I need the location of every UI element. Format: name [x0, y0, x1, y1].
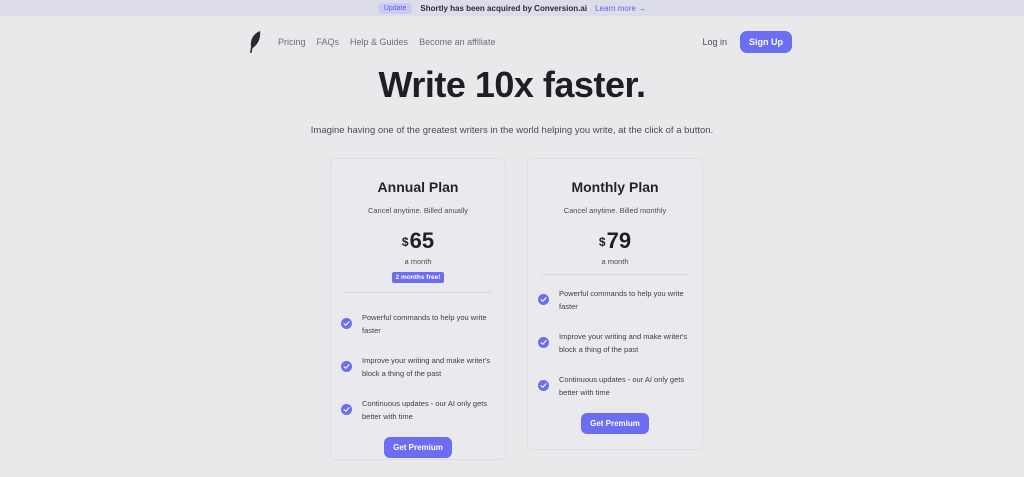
login-link[interactable]: Log in — [702, 37, 727, 47]
feature-item: Powerful commands to help you write fast… — [538, 278, 692, 321]
announcement-message: Shortly has been acquired by Conversion.… — [420, 3, 588, 13]
top-nav: Pricing FAQs Help & Guides Become an aff… — [248, 28, 792, 56]
feature-item: Continuous updates - our AI only gets be… — [341, 388, 495, 431]
check-icon — [538, 294, 549, 305]
update-badge: Update — [377, 2, 413, 14]
feature-text: Powerful commands to help you write fast… — [362, 312, 487, 335]
price-currency: $ — [401, 235, 409, 249]
monthly-plan-card: Monthly Plan Cancel anytime. Billed mont… — [527, 158, 703, 450]
nav-help-link[interactable]: Help & Guides — [350, 37, 408, 47]
card-divider — [542, 274, 688, 275]
nav-pricing-link[interactable]: Pricing — [278, 37, 306, 47]
plan-name: Annual Plan — [377, 179, 459, 195]
plan-price: $ 79 — [528, 230, 702, 252]
monthly-get-premium-button[interactable]: Get Premium — [581, 413, 649, 434]
nav-faqs-link[interactable]: FAQs — [317, 37, 340, 47]
annual-get-premium-button[interactable]: Get Premium — [384, 437, 452, 458]
feature-item: Powerful commands to help you write fast… — [341, 302, 495, 345]
page-title: Write 10x faster. — [378, 64, 646, 105]
feature-text: Continuous updates - our AI only gets be… — [362, 398, 488, 421]
feature-text: Improve your writing and make writer's b… — [559, 331, 688, 354]
price-period: a month — [601, 257, 629, 266]
nav-actions: Log in Sign Up — [702, 31, 792, 53]
check-icon — [538, 380, 549, 391]
learn-more-link[interactable]: Learn more → — [595, 4, 646, 13]
plan-price: $ 65 — [331, 230, 505, 252]
feather-icon[interactable] — [248, 30, 262, 54]
price-period: a month — [404, 257, 432, 266]
nav-affiliate-link[interactable]: Become an affiliate — [419, 37, 495, 47]
cta-wrap: Get Premium — [528, 413, 702, 434]
annual-plan-card: Annual Plan Cancel anytime. Billed anual… — [330, 158, 506, 460]
feature-list: Powerful commands to help you write fast… — [331, 302, 505, 431]
feature-item: Improve your writing and make writer's b… — [538, 321, 692, 364]
feature-text: Continuous updates - our AI only gets be… — [559, 374, 685, 397]
plan-billing: Cancel anytime. Billed monthly — [563, 206, 667, 215]
nav-links: Pricing FAQs Help & Guides Become an aff… — [278, 37, 495, 47]
page-subtitle: Imagine having one of the greatest write… — [310, 125, 714, 136]
feature-list: Powerful commands to help you write fast… — [528, 278, 702, 407]
price-currency: $ — [598, 235, 606, 249]
feature-item: Continuous updates - our AI only gets be… — [538, 364, 692, 407]
check-icon — [341, 361, 352, 372]
plan-name: Monthly Plan — [571, 179, 659, 195]
cta-wrap: Get Premium — [331, 437, 505, 458]
feature-item: Improve your writing and make writer's b… — [341, 345, 495, 388]
check-icon — [538, 337, 549, 348]
feature-text: Powerful commands to help you write fast… — [559, 288, 684, 311]
promo-badge: 2 months free! — [391, 272, 445, 283]
feature-text: Improve your writing and make writer's b… — [362, 355, 491, 378]
check-icon — [341, 318, 352, 329]
signup-button[interactable]: Sign Up — [740, 31, 792, 53]
price-amount: 79 — [606, 228, 632, 253]
announcement-bar: Update Shortly has been acquired by Conv… — [0, 0, 1024, 16]
price-amount: 65 — [409, 228, 435, 253]
card-divider — [345, 292, 491, 293]
check-icon — [341, 404, 352, 415]
plan-billing: Cancel anytime. Billed anually — [367, 206, 469, 215]
